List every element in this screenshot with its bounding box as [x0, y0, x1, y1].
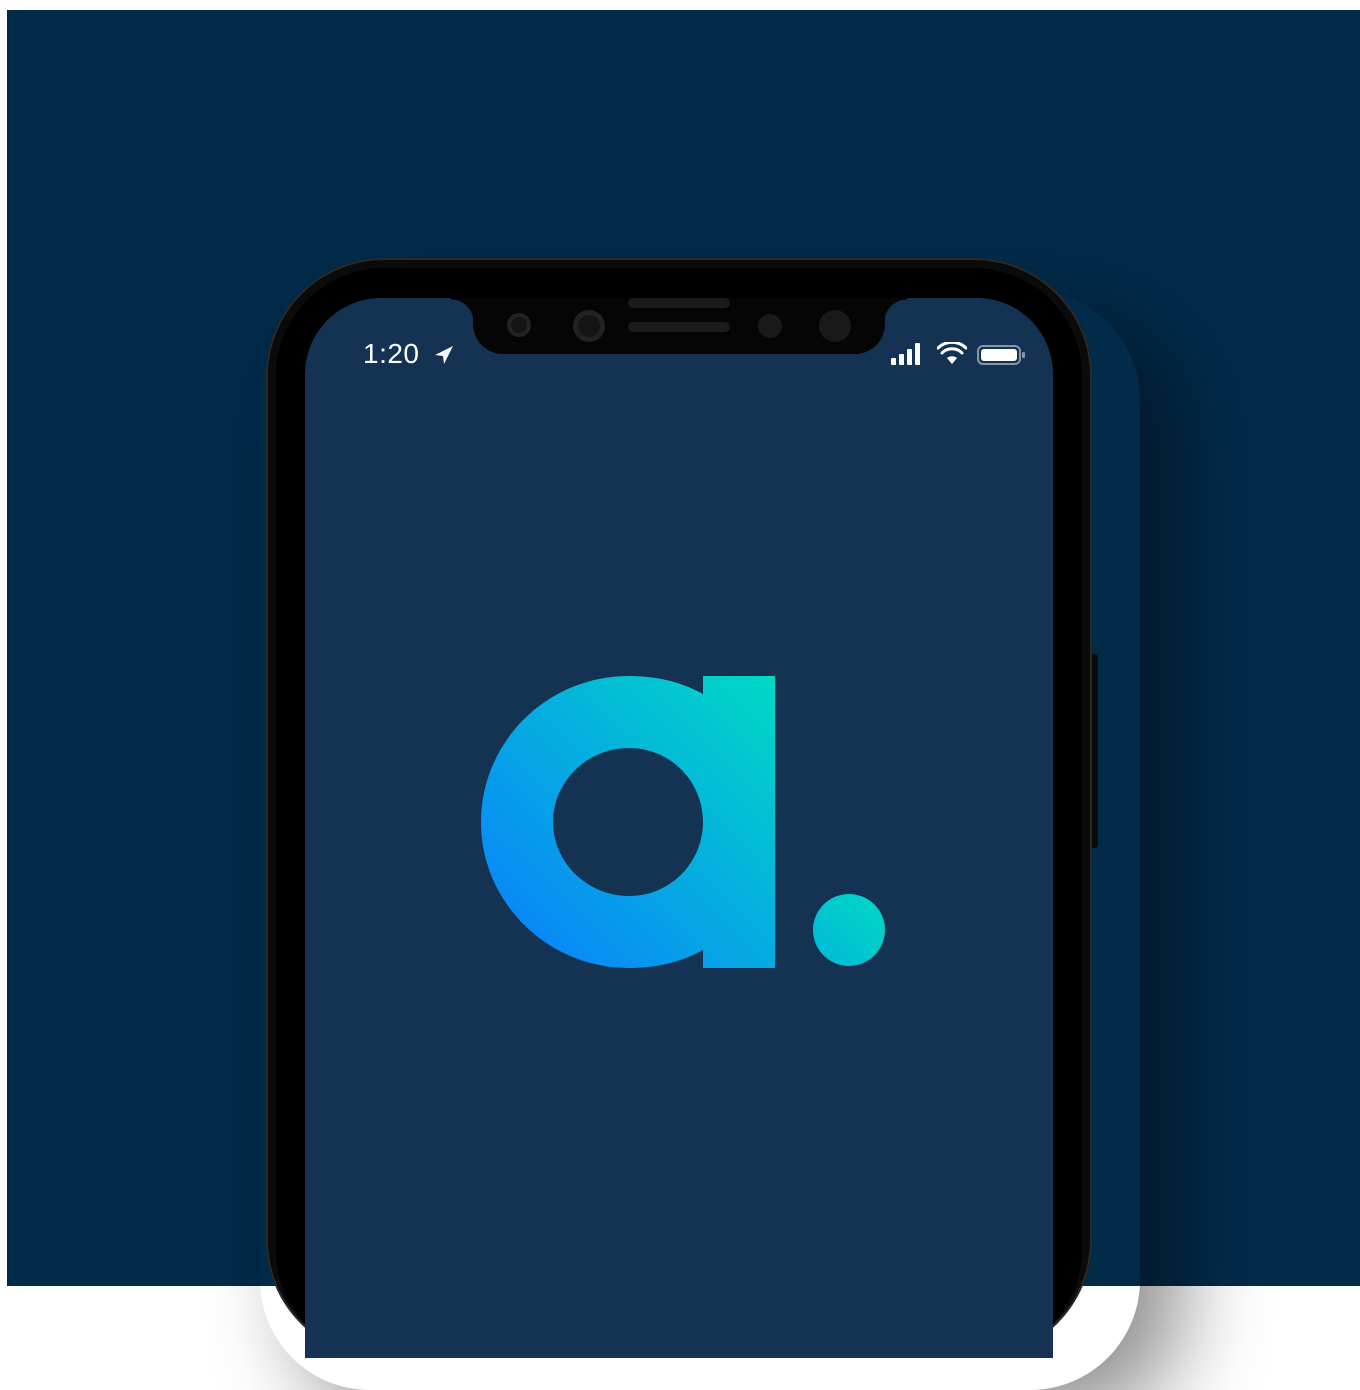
infrared-camera — [573, 310, 605, 342]
app-logo — [481, 676, 885, 968]
status-time: 1:20 — [363, 338, 420, 369]
notch — [451, 298, 907, 354]
proximity-sensor — [507, 313, 531, 337]
speaker-grill — [628, 322, 730, 332]
logo-dot — [813, 894, 885, 966]
speaker-grill — [628, 298, 730, 308]
battery-icon — [977, 345, 1025, 365]
ambient-sensor — [758, 314, 782, 338]
front-camera — [819, 310, 851, 342]
location-arrow-icon — [435, 346, 453, 364]
wifi-icon — [937, 342, 967, 364]
cellular-signal-icon — [891, 343, 920, 365]
logo-letter-a — [481, 676, 775, 968]
phone-screen: 1:20 — [305, 298, 1053, 1358]
